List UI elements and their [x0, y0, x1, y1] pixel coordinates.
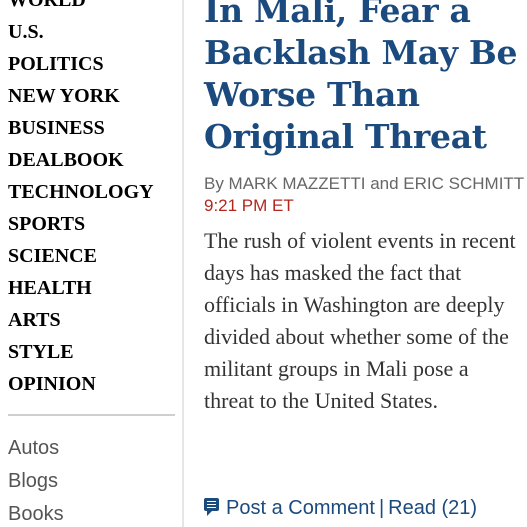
sidebar-item-new-york[interactable]: NEW YORK — [8, 80, 154, 112]
section-sidebar: WORLD U.S. POLITICS NEW YORK BUSINESS DE… — [0, 0, 183, 527]
post-comment-link[interactable]: Post a Comment — [226, 497, 375, 519]
sidebar-item-science[interactable]: SCIENCE — [8, 240, 154, 272]
article-panel: In Mali, Fear a Backlash May Be Worse Th… — [184, 0, 527, 527]
sidebar-item-blogs[interactable]: Blogs — [8, 465, 64, 498]
byline-authors: By MARK MAZZETTI and ERIC SCHMITT — [204, 174, 524, 193]
sidebar-item-world[interactable]: WORLD — [8, 0, 154, 16]
sidebar-divider — [8, 414, 175, 416]
section-nav-list: WORLD U.S. POLITICS NEW YORK BUSINESS DE… — [8, 0, 154, 400]
action-separator: | — [378, 497, 385, 519]
app-root: WORLD U.S. POLITICS NEW YORK BUSINESS DE… — [0, 0, 527, 527]
sidebar-item-books[interactable]: Books — [8, 498, 64, 527]
more-links-list: Autos Blogs Books — [8, 432, 64, 527]
sidebar-item-us[interactable]: U.S. — [8, 16, 154, 48]
article-timestamp: 9:21 PM ET — [204, 196, 294, 215]
sidebar-item-opinion[interactable]: OPINION — [8, 368, 154, 400]
article-byline: By MARK MAZZETTI and ERIC SCHMITT 9:21 P… — [204, 173, 524, 217]
sidebar-item-business[interactable]: BUSINESS — [8, 112, 154, 144]
sidebar-item-sports[interactable]: SPORTS — [8, 208, 154, 240]
article-summary: The rush of violent events in recent day… — [204, 228, 516, 413]
sidebar-item-dealbook[interactable]: DEALBOOK — [8, 144, 154, 176]
sidebar-item-autos[interactable]: Autos — [8, 432, 64, 465]
sidebar-item-technology[interactable]: TECHNOLOGY — [8, 176, 154, 208]
read-comments-link[interactable]: Read (21) — [388, 497, 477, 519]
speech-bubble-icon[interactable] — [204, 498, 219, 516]
sidebar-item-politics[interactable]: POLITICS — [8, 48, 154, 80]
sidebar-item-style[interactable]: STYLE — [8, 336, 154, 368]
article-headline[interactable]: In Mali, Fear a Backlash May Be Worse Th… — [204, 0, 527, 158]
article-actions: Post a Comment | Read (21) — [204, 493, 527, 523]
sidebar-item-arts[interactable]: ARTS — [8, 304, 154, 336]
sidebar-item-health[interactable]: HEALTH — [8, 272, 154, 304]
